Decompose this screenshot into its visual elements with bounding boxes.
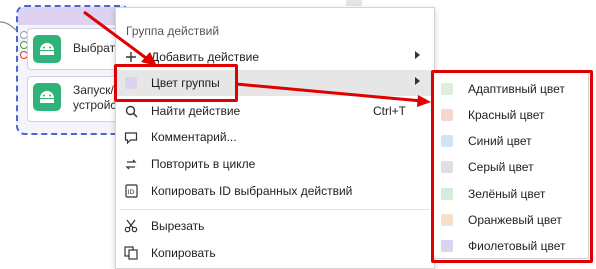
chevron-right-icon: [415, 51, 420, 59]
chevron-right-icon: [415, 77, 420, 85]
menu-item-comment[interactable]: Комментарий...: [116, 124, 434, 150]
menu-item-label: Копировать: [151, 246, 216, 260]
scissors-icon: [124, 219, 138, 233]
plus-icon: [124, 50, 138, 64]
loop-icon: [124, 157, 138, 171]
menu-item-label: Повторить в цикле: [151, 157, 256, 171]
context-menu: Группа действий Добавить действие Цвет г…: [115, 7, 435, 269]
action-node[interactable]: Выбрат: [27, 28, 128, 70]
action-node[interactable]: Запуск/ устройс: [27, 76, 128, 122]
svg-text:ID: ID: [127, 188, 134, 196]
menu-item-label: Копировать ID выбранных действий: [151, 184, 353, 198]
copy-icon: [124, 246, 138, 260]
id-icon: ID: [124, 184, 138, 198]
menu-item-repeat-loop[interactable]: Повторить в цикле: [116, 151, 434, 177]
android-icon: [33, 35, 61, 63]
annotation-box-group-color: [114, 64, 238, 102]
annotation-box-submenu: [431, 70, 593, 263]
menu-item-label: Найти действие: [151, 104, 241, 118]
panel-edge: [346, 0, 362, 6]
menu-item-copy-ids[interactable]: ID Копировать ID выбранных действий: [116, 178, 434, 204]
shortcut-label: Ctrl+T: [373, 104, 406, 118]
menu-item-copy[interactable]: Копировать: [116, 240, 434, 266]
menu-title: Группа действий: [126, 24, 220, 38]
menu-item-label: Вырезать: [151, 219, 205, 233]
menu-item-label: Комментарий...: [151, 130, 237, 144]
search-icon: [124, 104, 138, 118]
menu-separator: [120, 209, 430, 210]
menu-item-label: Добавить действие: [151, 50, 259, 64]
android-icon: [33, 83, 61, 111]
menu-item-cut[interactable]: Вырезать: [116, 213, 434, 239]
comment-icon: [124, 130, 138, 144]
group-header[interactable]: [18, 7, 124, 25]
